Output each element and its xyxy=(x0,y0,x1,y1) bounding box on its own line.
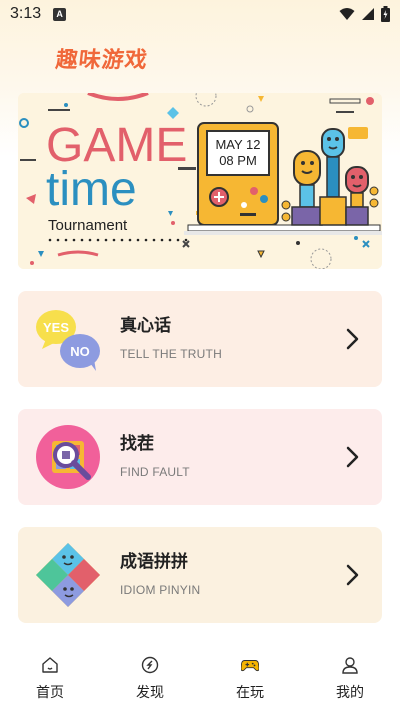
profile-icon xyxy=(342,657,358,674)
wifi-icon xyxy=(339,8,355,20)
magnifier-puzzle-icon xyxy=(36,425,100,489)
card-title: 成语拼拼 xyxy=(120,552,188,572)
tab-discover[interactable]: 发现 xyxy=(100,646,200,711)
chevron-right-icon xyxy=(346,328,359,350)
status-bar: 3:13 A xyxy=(0,0,400,28)
jigsaw-puzzle-icon xyxy=(36,543,100,607)
notification-badge-icon: A xyxy=(53,7,67,21)
tab-mine[interactable]: 我的 xyxy=(300,646,400,711)
card-title: 找茬 xyxy=(120,434,154,454)
console-screen-time: 08 PM xyxy=(219,153,257,168)
game-card-find-fault[interactable]: 找茬 FIND FAULT xyxy=(18,409,382,505)
card-title: 真心话 xyxy=(120,316,171,336)
tab-home[interactable]: 首页 xyxy=(0,646,100,711)
card-text: 成语拼拼 IDIOM PINYIN xyxy=(120,551,200,597)
status-time: 3:13 xyxy=(10,5,42,22)
chevron-right-icon xyxy=(346,564,359,586)
discover-icon xyxy=(141,656,159,674)
tab-label: 首页 xyxy=(36,685,64,701)
card-subtitle: FIND FAULT xyxy=(120,465,190,479)
game-time-banner[interactable]: GAME time Tournament MAY 12 08 PM xyxy=(18,93,382,269)
bottom-tab-bar: 首页 发现 在玩 我的 xyxy=(0,646,400,711)
card-subtitle: TELL THE TRUTH xyxy=(120,347,222,361)
no-label: NO xyxy=(70,344,90,359)
battery-icon xyxy=(381,6,390,22)
banner-title-time: time xyxy=(46,163,137,216)
status-icons xyxy=(339,6,390,22)
game-card-idiom-pinyin[interactable]: 成语拼拼 IDIOM PINYIN xyxy=(18,527,382,623)
yes-label: YES xyxy=(43,320,69,335)
banner-subtitle: Tournament xyxy=(48,217,128,234)
tab-playing[interactable]: 在玩 xyxy=(200,646,300,711)
banner-illustration: GAME time Tournament MAY 12 08 PM xyxy=(18,93,382,269)
tab-label: 发现 xyxy=(136,685,164,701)
console-screen-date: MAY 12 xyxy=(215,137,260,152)
chevron-right-icon xyxy=(346,446,359,468)
game-card-truth[interactable]: YES NO 真心话 TELL THE TRUTH xyxy=(18,291,382,387)
yes-no-bubbles-icon: YES NO xyxy=(36,310,100,371)
card-subtitle: IDIOM PINYIN xyxy=(120,583,201,597)
card-text: 真心话 TELL THE TRUTH xyxy=(120,315,222,361)
gamepad-icon xyxy=(241,660,259,672)
tab-label: 我的 xyxy=(336,685,364,701)
signal-icon xyxy=(362,8,374,20)
card-text: 找茬 FIND FAULT xyxy=(120,433,190,479)
tab-label: 在玩 xyxy=(236,685,264,701)
app-title: 趣味游戏 xyxy=(54,48,150,73)
home-icon xyxy=(42,657,58,673)
